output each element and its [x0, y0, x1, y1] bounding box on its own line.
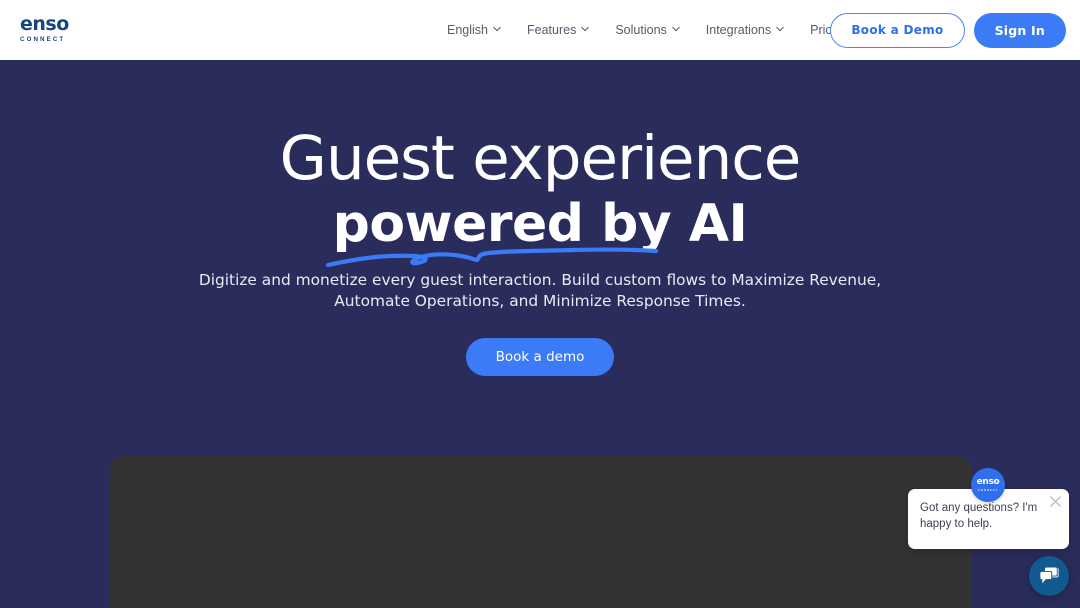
chevron-down-icon	[672, 25, 680, 33]
hero-headline-line-2-wrapper: powered by AI	[325, 194, 748, 267]
nav-item-solutions[interactable]: Solutions	[602, 0, 692, 60]
hero-headline-line-1: Guest experience	[279, 123, 802, 194]
chat-avatar-subtitle: CONNECT	[977, 487, 999, 492]
chat-bubbles-icon	[1039, 566, 1059, 584]
hero-headline-line-2: powered by AI	[332, 194, 748, 254]
close-icon[interactable]	[1046, 492, 1064, 510]
chevron-down-icon	[776, 25, 784, 33]
nav-item-english[interactable]: English	[434, 0, 514, 60]
book-a-demo-button[interactable]: Book a Demo	[830, 12, 965, 48]
chevron-down-icon	[493, 25, 501, 33]
book-a-demo-cta-button[interactable]: Book a demo	[465, 338, 615, 377]
nav-item-features[interactable]: Features	[514, 0, 602, 60]
chat-launcher-button[interactable]	[1029, 556, 1069, 596]
chat-avatar-word: enso	[976, 477, 1000, 488]
chat-agent-avatar: enso CONNECT	[971, 468, 1005, 502]
header-actions: Book a Demo Sign In	[830, 0, 1066, 60]
nav-item-integrations[interactable]: Integrations	[693, 0, 797, 60]
nav-item-label: Solutions	[615, 23, 667, 37]
hero-content: Guest experience powered by AI Digitize …	[0, 60, 1080, 377]
nav-item-label: English	[447, 23, 488, 37]
site-header: enso CONNECT English Features Solutions …	[0, 0, 1080, 60]
nav-item-label: Features	[527, 23, 577, 37]
brand-logo-subtitle: CONNECT	[20, 36, 66, 43]
hero-video-panel[interactable]	[110, 456, 971, 608]
brand-logo-word: enso	[20, 13, 69, 35]
sign-in-button[interactable]: Sign In	[973, 12, 1066, 48]
nav-item-label: Integrations	[705, 23, 772, 37]
brand-logo[interactable]: enso CONNECT	[20, 15, 84, 43]
chat-greeting-message: Got any questions? I'm happy to help.	[920, 502, 1038, 531]
hero-cta-row: Book a demo	[0, 338, 1080, 377]
hero-subtitle: Digitize and monetize every guest intera…	[198, 270, 882, 310]
chevron-down-icon	[581, 25, 590, 33]
